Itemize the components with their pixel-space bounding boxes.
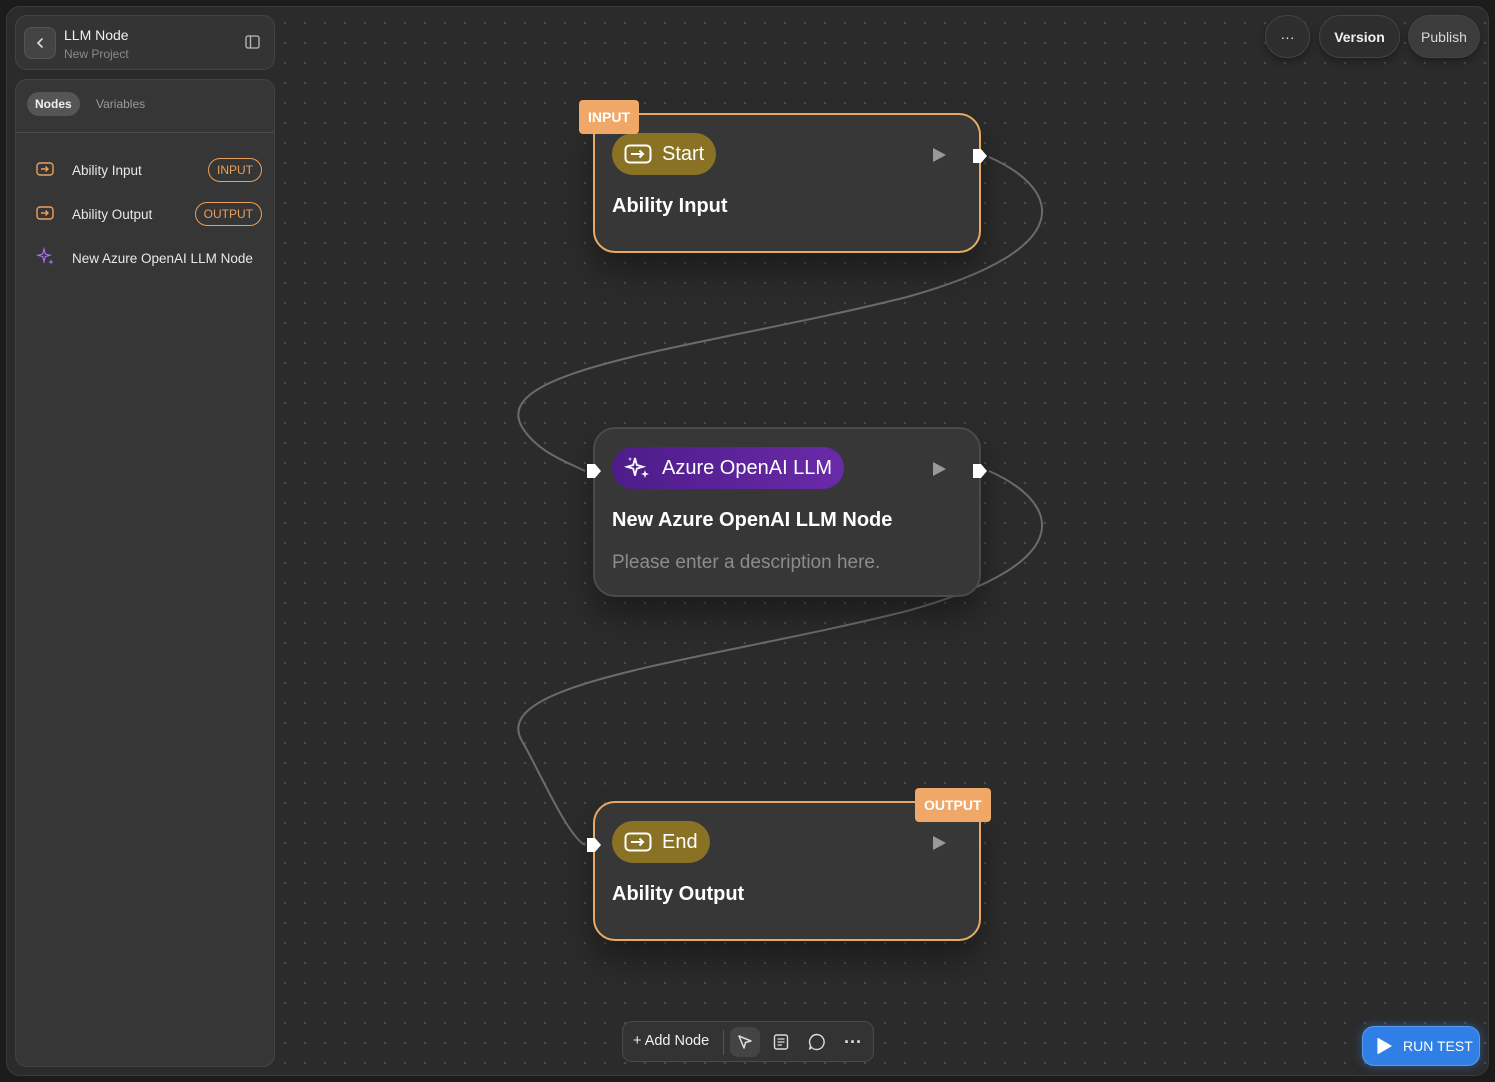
sidebar-item-label: Ability Input [72,163,142,178]
project-header: LLM Node New Project [15,15,275,70]
run-test-label: RUN TEST [1403,1038,1473,1054]
node-type-label: End [662,830,698,853]
input-arrow-icon [624,144,652,164]
play-icon[interactable] [931,147,947,168]
sidebar-toggle-icon[interactable] [245,35,260,54]
node-end[interactable]: End Ability Output [593,801,981,941]
comment-icon[interactable] [802,1027,832,1057]
more-options-button[interactable]: ··· [1265,15,1310,58]
node-title: Ability Input [612,195,728,217]
output-badge: OUTPUT [194,202,262,226]
toolbar-divider [723,1030,724,1055]
tab-variables[interactable]: Variables [88,92,153,116]
canvas-toolbar: + Add Node ··· [622,1021,874,1062]
sidebar-item-ability-input[interactable]: Ability Input INPUT [16,153,274,187]
node-start[interactable]: Start Ability Input [593,113,981,253]
play-icon[interactable] [931,835,947,856]
node-title: Ability Output [612,883,745,905]
sparkle-icon [624,455,652,481]
output-port-icon[interactable] [971,147,989,165]
node-title: New Azure OpenAI LLM Node [612,509,893,531]
node-description[interactable]: Please enter a description here. [612,552,880,574]
publish-button[interactable]: Publish [1408,15,1480,58]
pointer-icon[interactable] [730,1027,760,1057]
node-type-pill: Start [612,133,717,175]
output-tag: OUTPUT [915,788,991,822]
play-icon[interactable] [931,461,947,482]
node-type-label: Azure OpenAI LLM [662,456,833,479]
sidebar-item-label: Ability Output [72,207,153,222]
project-title: LLM Node [64,27,129,43]
chevron-left-icon [36,38,43,48]
version-button[interactable]: Version [1319,15,1400,58]
note-icon[interactable] [766,1027,796,1057]
sidebar-item-azure-llm[interactable]: New Azure OpenAI LLM Node [16,241,274,275]
output-port-icon[interactable] [971,462,989,480]
run-test-button[interactable]: RUN TEST [1362,1026,1480,1066]
sidebar-item-label: New Azure OpenAI LLM Node [72,251,253,266]
back-button[interactable] [24,27,56,59]
node-type-pill: Azure OpenAI LLM [612,447,845,489]
node-azure-llm[interactable]: Azure OpenAI LLM New Azure OpenAI LLM No… [593,427,981,597]
tab-nodes[interactable]: Nodes [27,92,80,116]
input-port-icon[interactable] [585,836,603,854]
node-type-label: Start [662,142,705,165]
workflow-canvas[interactable]: LLM Node New Project Nodes Variables Abi… [6,6,1489,1076]
input-arrow-icon [36,162,54,181]
input-tag: INPUT [579,100,639,134]
sparkle-icon [35,246,56,272]
input-port-icon[interactable] [585,462,603,480]
add-node-button[interactable]: + Add Node [633,1033,709,1049]
project-subtitle: New Project [64,47,129,61]
sidebar-item-ability-output[interactable]: Ability Output OUTPUT [16,197,274,231]
play-icon [1375,1037,1393,1055]
more-tools-button[interactable]: ··· [838,1027,868,1057]
sidebar-panel: Nodes Variables Ability Input INPUT Abil… [15,79,275,1067]
input-arrow-icon [36,206,54,225]
sidebar-tabs: Nodes Variables [16,80,274,133]
input-arrow-icon [624,832,652,852]
node-type-pill: End [612,821,710,863]
input-badge: INPUT [208,158,262,182]
